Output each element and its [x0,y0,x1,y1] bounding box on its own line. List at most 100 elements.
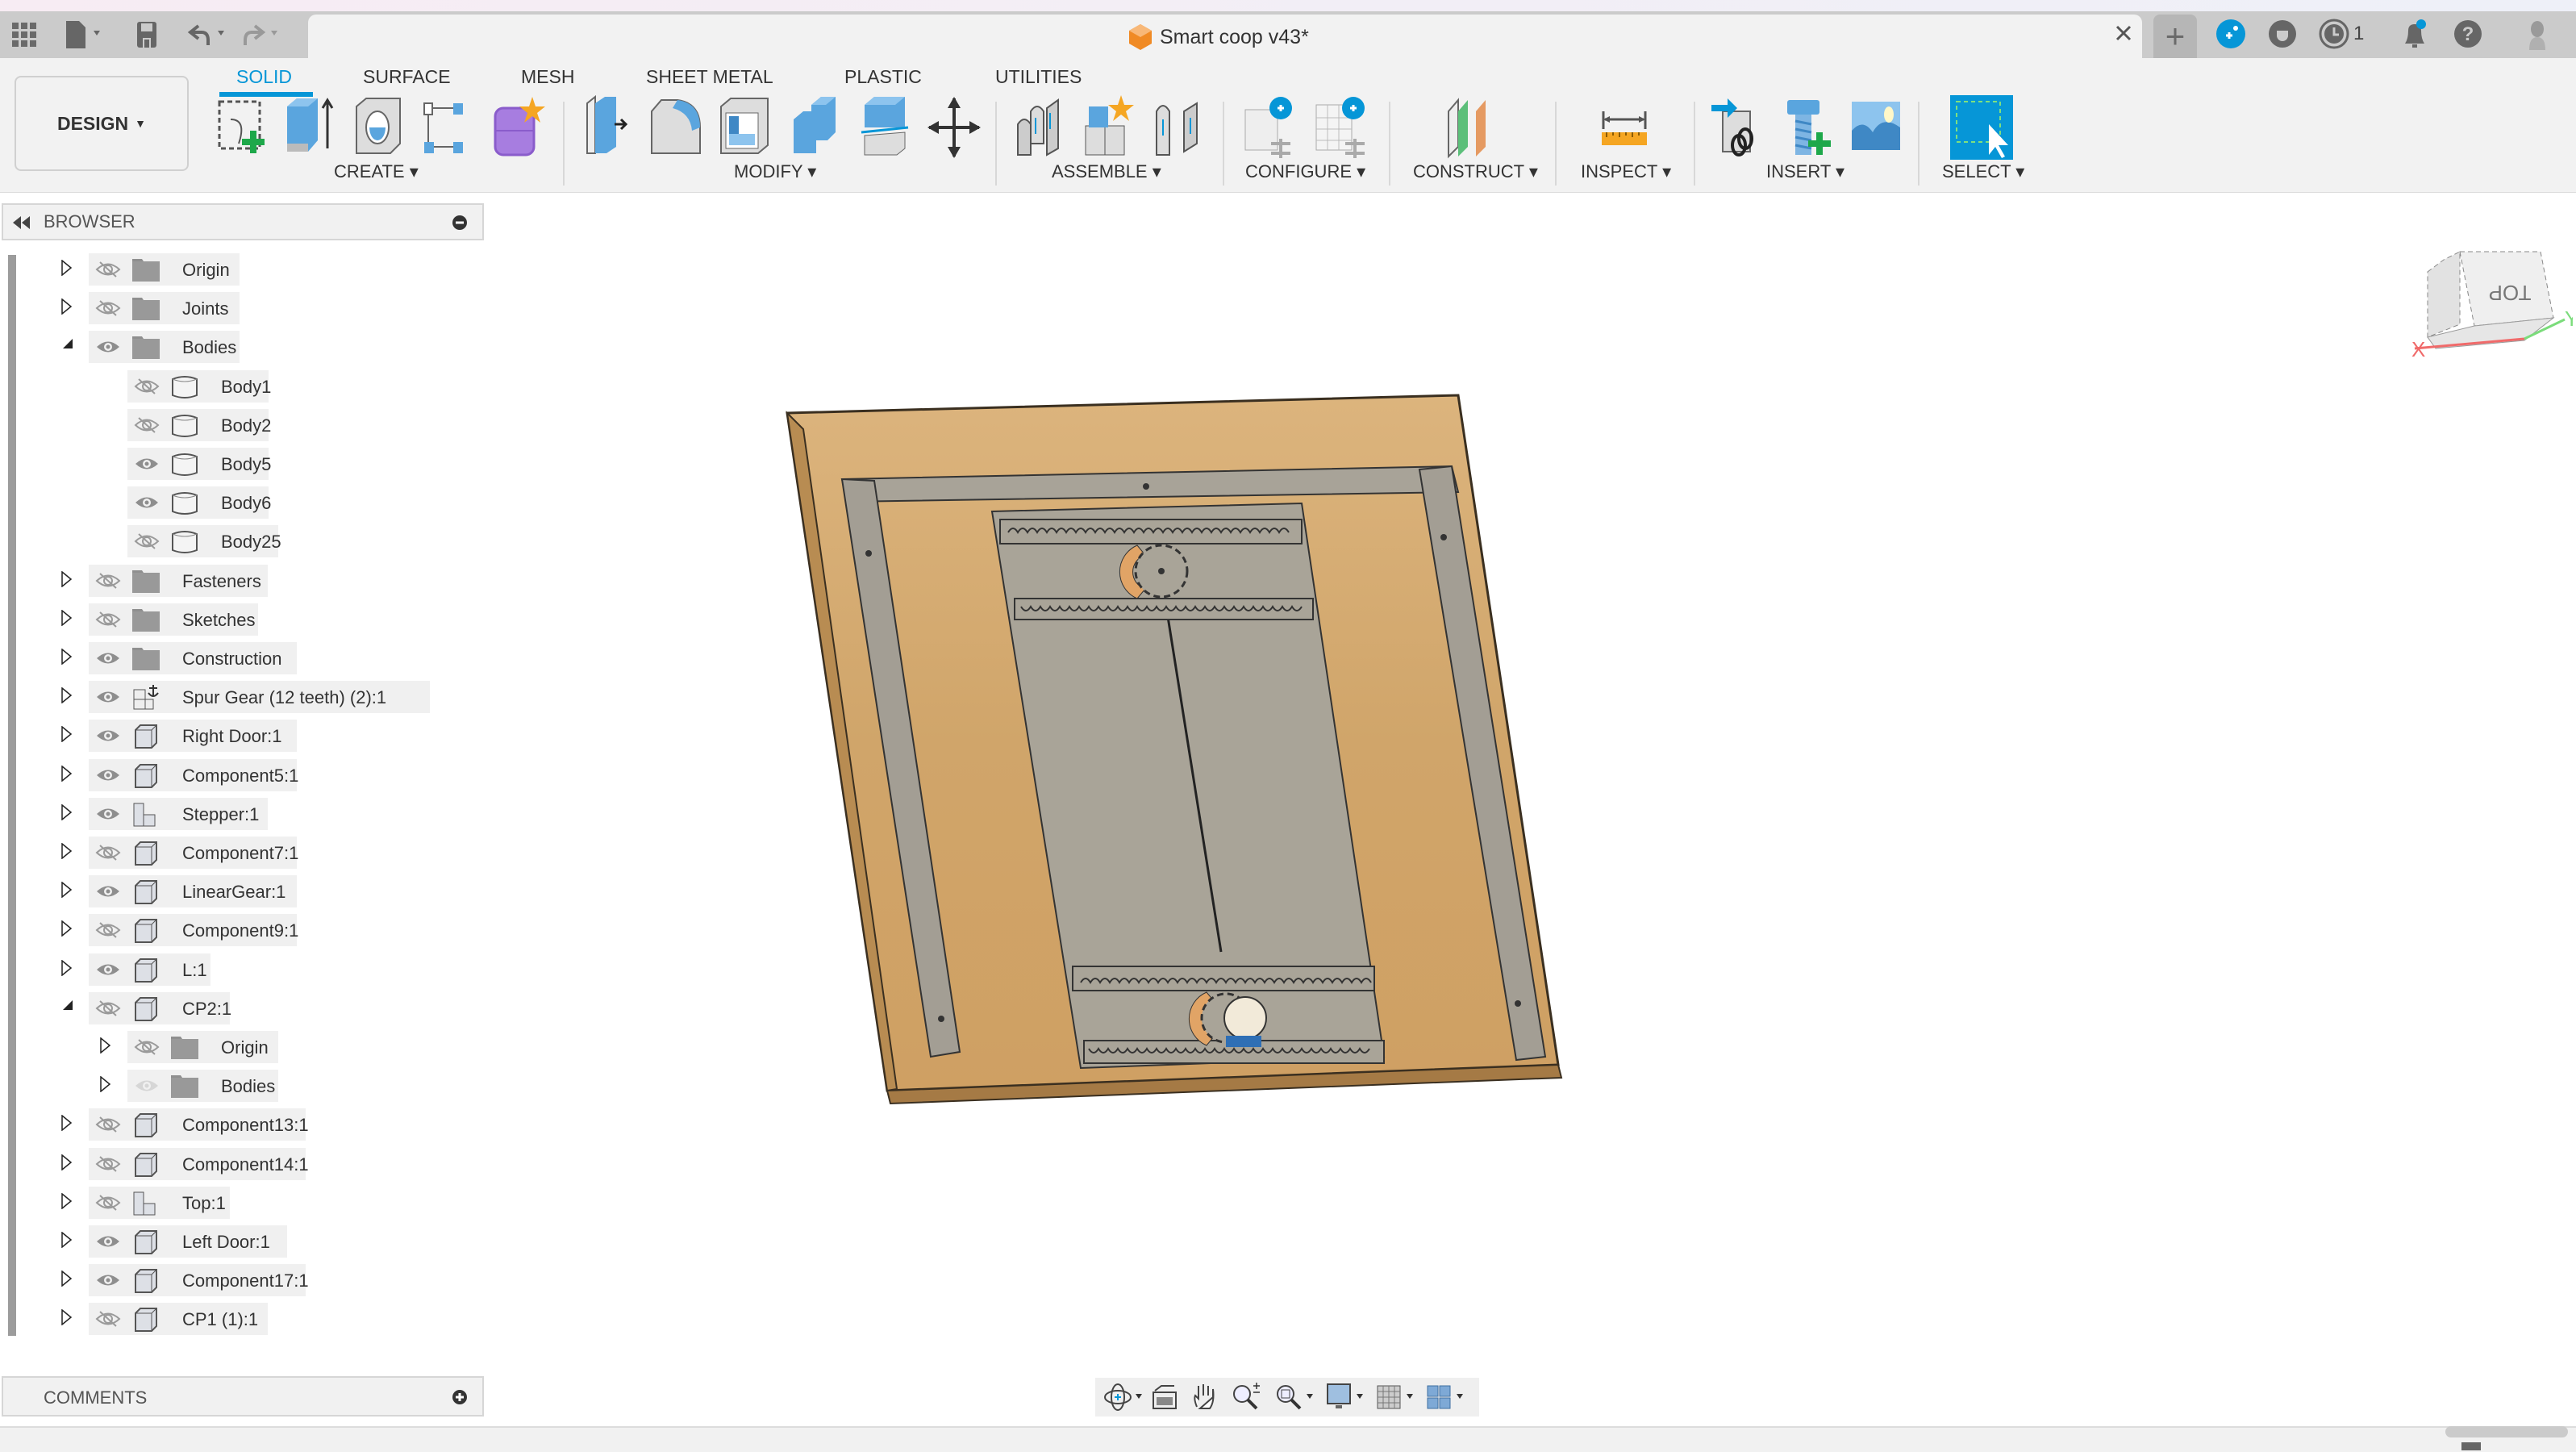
window-select-icon[interactable] [1950,95,2013,160]
browser-tree-item[interactable]: CP1 (1):1 [0,1301,484,1337]
browser-tree-item[interactable]: Body2 [0,407,484,443]
browser-tree-item[interactable]: Sketches [0,602,484,637]
browser-tree-item[interactable]: Component13:1 [0,1107,484,1142]
collapsed-triangle-icon[interactable] [61,686,77,707]
modify-group-menu[interactable]: MODIFY ▾ [734,161,816,182]
visibility-on-icon[interactable] [95,1271,121,1293]
browser-tree-item[interactable]: Component9:1 [0,912,484,948]
collapsed-triangle-icon[interactable] [61,1114,77,1134]
workspace-switcher-button[interactable]: DESIGN ▼ [15,76,189,171]
grid-snaps-icon[interactable] [1376,1383,1419,1412]
top-spur-gear[interactable] [1119,544,1189,599]
new-tab-button[interactable]: + [2153,15,2197,58]
collapsed-triangle-icon[interactable] [61,959,77,979]
notifications-bell-icon[interactable] [2399,18,2431,50]
collapsed-triangle-icon[interactable] [61,609,77,629]
visibility-on-icon[interactable] [95,1233,121,1254]
combine-icon[interactable] [787,95,844,160]
collapsed-triangle-icon[interactable] [61,881,77,901]
browser-tree-item[interactable]: Construction [0,640,484,676]
split-body-icon[interactable] [858,95,915,160]
move-copy-icon[interactable] [926,95,982,160]
visibility-off-icon[interactable] [95,261,121,282]
collapsed-triangle-icon[interactable] [100,1075,116,1095]
measure-icon[interactable] [1597,95,1653,160]
fillet-icon[interactable] [648,95,705,160]
select-group-menu[interactable]: SELECT ▾ [1942,161,2024,182]
collapsed-triangle-icon[interactable] [61,570,77,590]
visibility-on-icon[interactable] [95,961,121,983]
visibility-off-icon[interactable] [95,299,121,321]
undo-button[interactable] [185,11,234,58]
collapsed-triangle-icon[interactable] [61,1154,77,1174]
revolve-icon[interactable] [352,95,408,160]
viewports-icon[interactable] [1426,1383,1469,1412]
collapsed-triangle-icon[interactable] [61,298,77,318]
browser-tree-item[interactable]: Left Door:1 [0,1224,484,1259]
browser-tree-item[interactable]: Body1 [0,369,484,404]
visibility-off-icon[interactable] [134,378,160,399]
visibility-on-icon[interactable] [95,766,121,788]
collapsed-triangle-icon[interactable] [61,803,77,824]
create-group-menu[interactable]: CREATE ▾ [334,161,419,182]
visibility-off-icon[interactable] [95,921,121,943]
visibility-off-icon[interactable] [95,1155,121,1177]
3d-canvas[interactable] [484,194,2576,1420]
tab-mesh[interactable]: MESH [521,66,574,88]
insert-derive-icon[interactable] [1710,95,1766,160]
browser-tree-item[interactable]: Fasteners [0,563,484,599]
visibility-off-icon[interactable] [95,1194,121,1216]
insert-group-menu[interactable]: INSERT ▾ [1766,161,1844,182]
add-comment-icon[interactable] [452,1389,468,1405]
browser-panel-header[interactable]: BROWSER [2,203,484,240]
browser-tree-item[interactable]: LinearGear:1 [0,874,484,909]
assemble-group-menu[interactable]: ASSEMBLE ▾ [1052,161,1161,182]
configure-group-menu[interactable]: CONFIGURE ▾ [1245,161,1365,182]
tab-surface[interactable]: SURFACE [363,66,451,88]
configuration-table-icon[interactable] [1313,95,1369,160]
collapsed-triangle-icon[interactable] [61,920,77,940]
help-icon[interactable]: ? [2452,18,2484,50]
inspect-group-menu[interactable]: INSPECT ▾ [1581,161,1671,182]
fit-to-screen-icon[interactable] [1274,1383,1318,1412]
offset-plane-icon[interactable] [1444,95,1500,160]
stepper-motor[interactable] [1188,991,1267,1047]
extensions-icon[interactable] [2215,18,2247,50]
browser-tree-item[interactable]: Body25 [0,524,484,559]
visibility-on-icon[interactable] [95,649,121,671]
as-built-joint-icon[interactable] [1152,95,1208,160]
expanded-triangle-icon[interactable] [61,337,77,357]
browser-tree-item[interactable]: CP2:1 [0,991,484,1026]
shell-icon[interactable] [718,95,774,160]
press-pull-icon[interactable] [579,95,636,160]
tab-plastic[interactable]: PLASTIC [844,66,922,88]
timeline-scrollbar[interactable] [2445,1426,2568,1437]
model-render[interactable] [484,194,2576,1420]
visibility-on-icon[interactable] [95,805,121,827]
timeline-marker[interactable] [2461,1442,2481,1450]
visibility-off-icon[interactable] [95,844,121,866]
collapsed-triangle-icon[interactable] [61,725,77,745]
visibility-off-icon[interactable] [95,611,121,632]
browser-tree-item[interactable]: Joints [0,290,484,326]
visibility-off-icon[interactable] [134,1038,160,1060]
offline-status-icon[interactable] [2266,18,2299,50]
collapsed-triangle-icon[interactable] [61,259,77,279]
browser-tree-item[interactable]: Component5:1 [0,757,484,793]
collapsed-triangle-icon[interactable] [61,1308,77,1329]
browser-tree-item[interactable]: Bodies [0,329,484,365]
redo-button[interactable] [239,11,287,58]
close-tab-button[interactable] [2115,21,2132,48]
expanded-triangle-icon[interactable] [61,999,77,1018]
visibility-on-icon[interactable] [95,688,121,710]
collapsed-triangle-icon[interactable] [61,648,77,668]
extrude-icon[interactable] [281,95,337,160]
tab-sheet-metal[interactable]: SHEET METAL [646,66,773,88]
look-at-icon[interactable] [1150,1383,1179,1412]
job-status-button[interactable]: 1 [2318,18,2364,50]
insert-canvas-icon[interactable] [1850,95,1907,160]
configure-design-icon[interactable] [1242,95,1298,160]
visibility-off-icon[interactable] [95,572,121,594]
browser-tree-item[interactable]: Stepper:1 [0,796,484,832]
construct-group-menu[interactable]: CONSTRUCT ▾ [1413,161,1538,182]
